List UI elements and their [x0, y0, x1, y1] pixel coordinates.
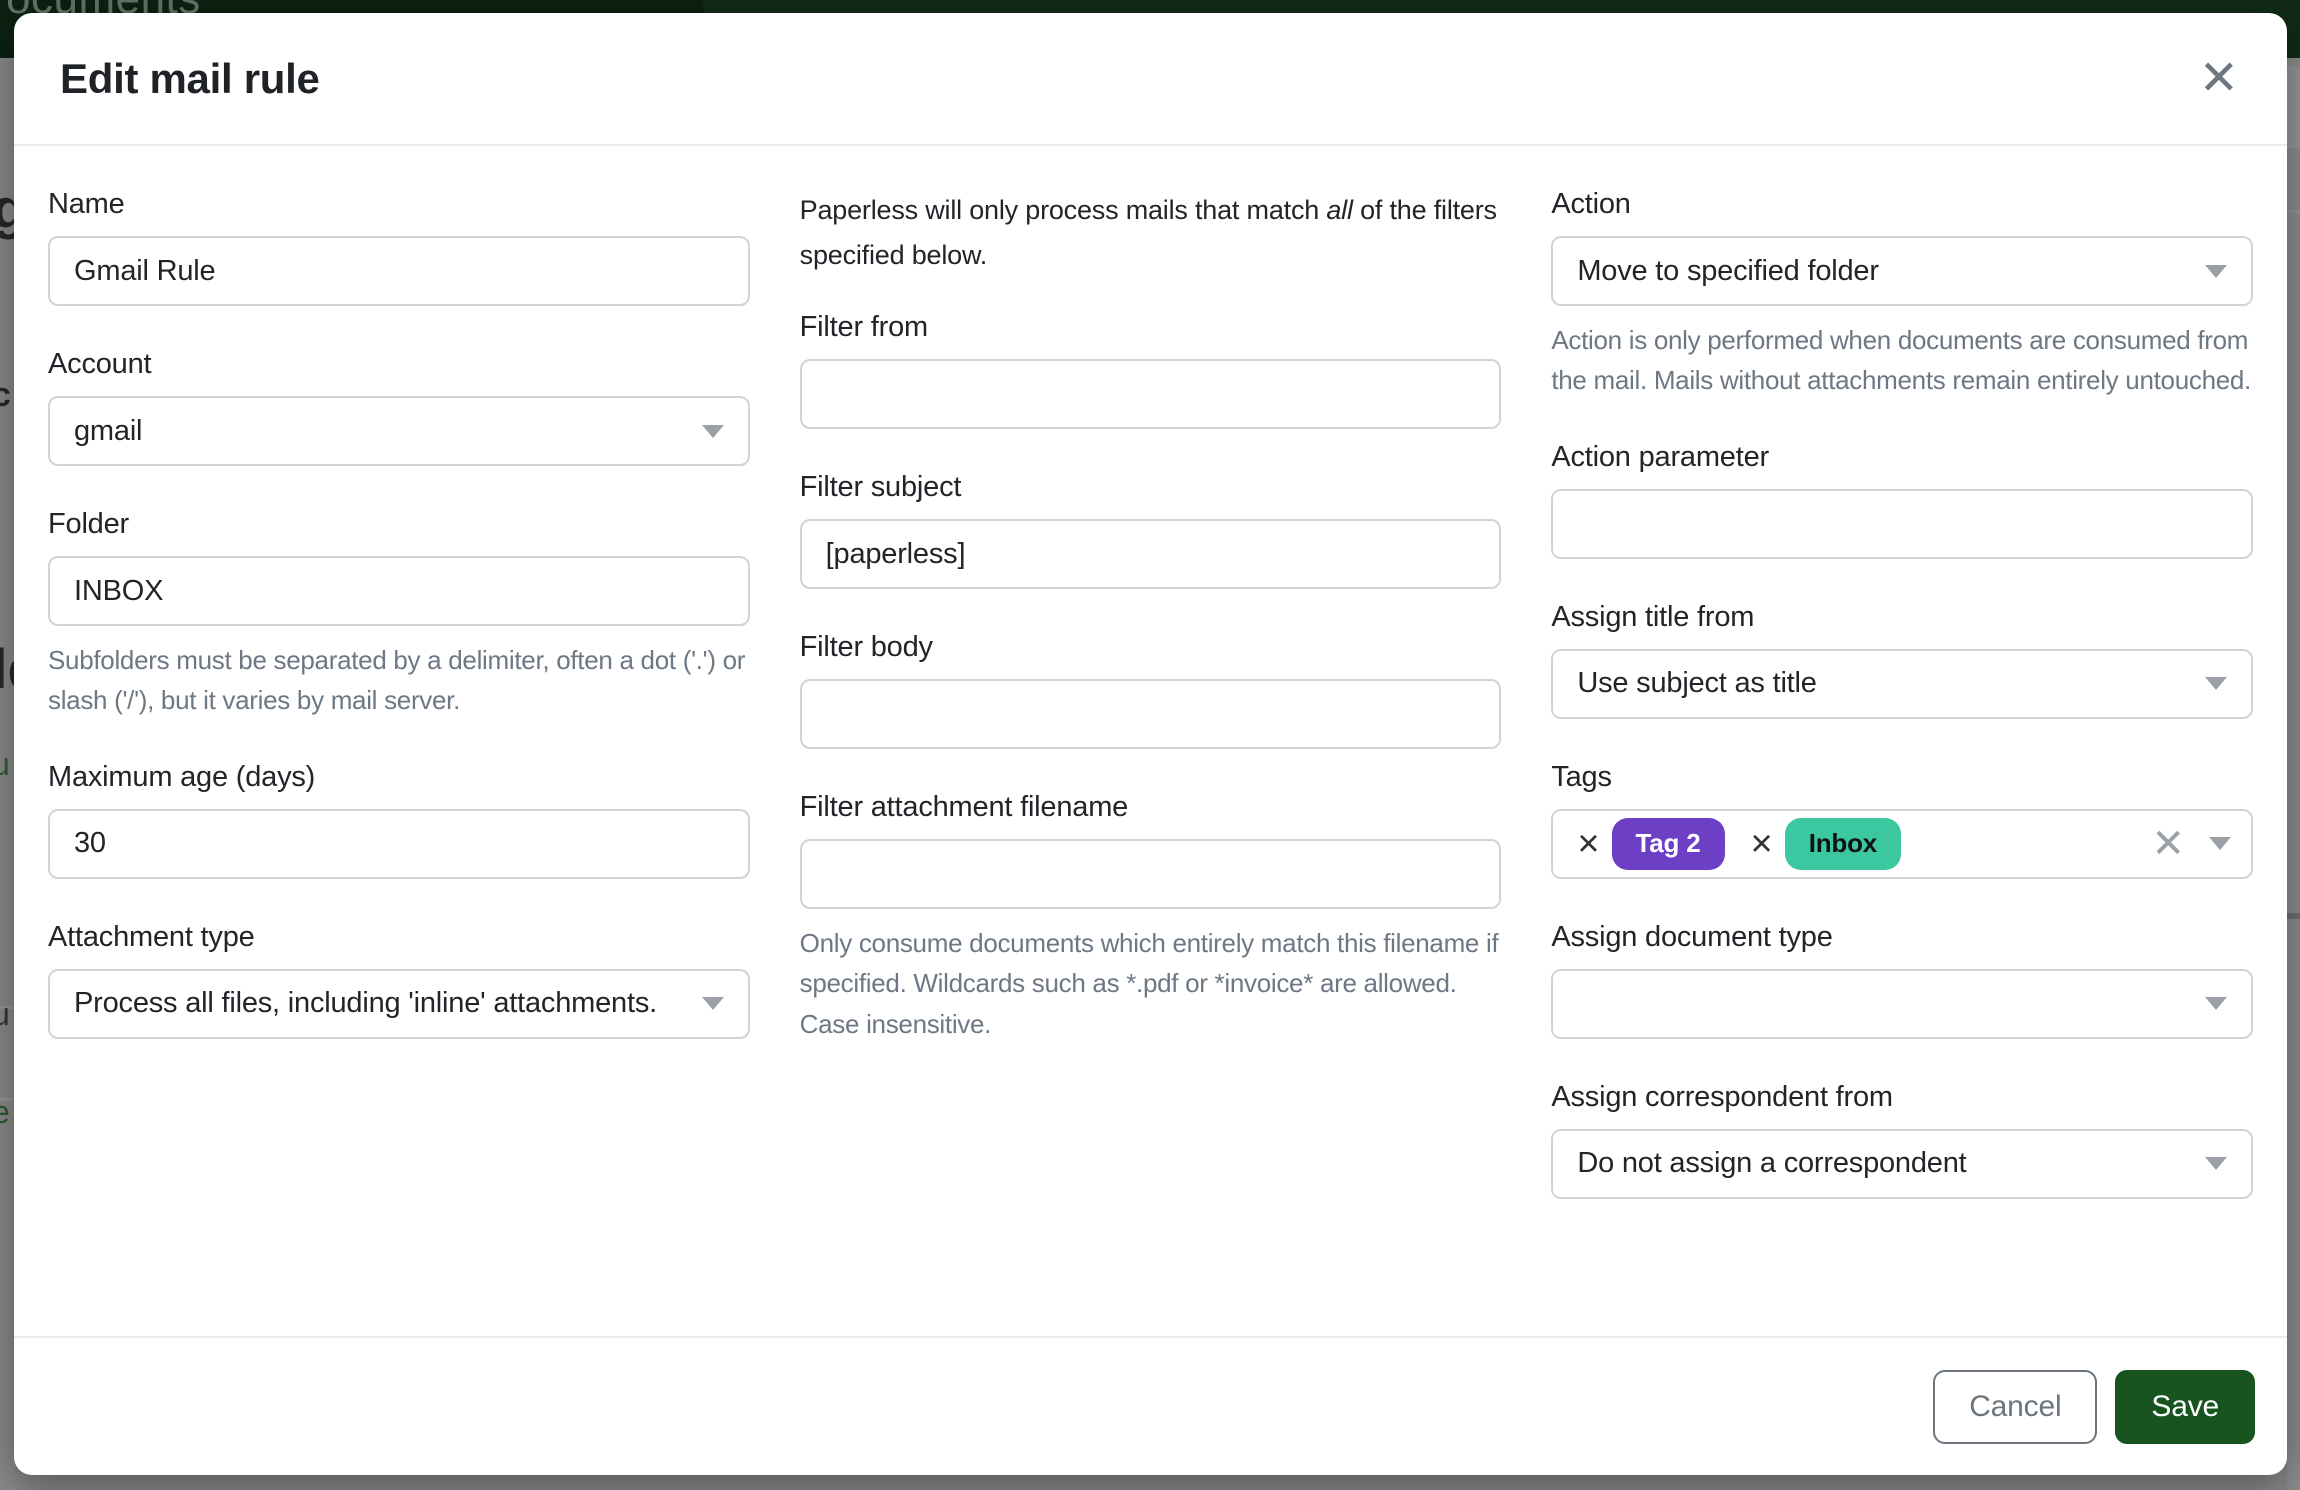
dialog-body: Name Account gmail Folder Subfolders mus…: [14, 146, 2287, 1336]
backdrop-line: [2287, 66, 2300, 148]
backdrop-left-strip: g c ld u u e: [0, 58, 15, 1490]
chevron-down-icon: [2205, 997, 2227, 1010]
correspondent-selected-value: Do not assign a correspondent: [1577, 1147, 2189, 1180]
action-parameter-label: Action parameter: [1551, 441, 2253, 474]
filter-subject-input[interactable]: [800, 519, 1502, 589]
field-document-type: Assign document type: [1551, 921, 2253, 1039]
filters-intro-text: Paperless will only process mails that m…: [800, 188, 1500, 277]
remove-tag-icon[interactable]: ×: [1577, 825, 1599, 863]
tags-select[interactable]: × Tag 2 × Inbox ✕: [1551, 809, 2253, 879]
folder-input[interactable]: [48, 556, 750, 626]
chevron-down-icon: [702, 425, 724, 438]
tag-chip-list: × Tag 2 × Inbox: [1577, 818, 1927, 870]
remove-tag-icon[interactable]: ×: [1751, 825, 1773, 863]
account-selected-value: gmail: [74, 415, 686, 448]
chevron-down-icon: [2205, 677, 2227, 690]
attachment-type-label: Attachment type: [48, 921, 750, 954]
name-label: Name: [48, 188, 750, 221]
field-filter-subject: Filter subject: [800, 471, 1502, 589]
clear-tags-icon[interactable]: ✕: [2151, 824, 2205, 864]
backdrop-text-fragment: g: [0, 176, 15, 241]
dialog-footer: Cancel Save: [14, 1336, 2287, 1475]
action-select[interactable]: Move to specified folder: [1551, 236, 2253, 306]
field-attachment-type: Attachment type Process all files, inclu…: [48, 921, 750, 1039]
cancel-button[interactable]: Cancel: [1933, 1370, 2097, 1444]
field-account: Account gmail: [48, 348, 750, 466]
filter-from-input[interactable]: [800, 359, 1502, 429]
close-icon[interactable]: ✕: [2193, 55, 2245, 103]
correspondent-select[interactable]: Do not assign a correspondent: [1551, 1129, 2253, 1199]
tag-chip-group: × Tag 2: [1577, 818, 1724, 870]
field-filter-attachment: Filter attachment filename: [800, 791, 1502, 909]
backdrop-line: [2287, 913, 2300, 919]
dialog-header: Edit mail rule ✕: [14, 13, 2287, 146]
action-label: Action: [1551, 188, 2253, 221]
edit-mail-rule-dialog: Edit mail rule ✕ Name Account gmail Fold…: [14, 13, 2287, 1475]
chevron-down-icon: [2209, 837, 2231, 850]
action-parameter-input[interactable]: [1551, 489, 2253, 559]
chevron-down-icon: [702, 997, 724, 1010]
field-assign-title: Assign title from Use subject as title: [1551, 601, 2253, 719]
field-filter-from: Filter from: [800, 311, 1502, 429]
filter-body-input[interactable]: [800, 679, 1502, 749]
backdrop-text-fragment: c: [0, 376, 11, 415]
column-right: Action Move to specified folder Action i…: [1551, 188, 2253, 1336]
assign-title-label: Assign title from: [1551, 601, 2253, 634]
field-name: Name: [48, 188, 750, 306]
tag-chip[interactable]: Tag 2: [1612, 818, 1725, 870]
backdrop-line: [2287, 210, 2300, 213]
save-button[interactable]: Save: [2115, 1370, 2255, 1444]
chevron-down-icon: [2205, 265, 2227, 278]
field-tags: Tags × Tag 2 × Inbox ✕: [1551, 761, 2253, 879]
max-age-input[interactable]: [48, 809, 750, 879]
account-select[interactable]: gmail: [48, 396, 750, 466]
filter-from-label: Filter from: [800, 311, 1502, 344]
field-action-parameter: Action parameter: [1551, 441, 2253, 559]
backdrop-right-strip: [2287, 58, 2300, 1490]
filter-attachment-input[interactable]: [800, 839, 1502, 909]
dialog-title: Edit mail rule: [60, 55, 320, 103]
field-action: Action Move to specified folder: [1551, 188, 2253, 306]
field-correspondent: Assign correspondent from Do not assign …: [1551, 1081, 2253, 1199]
chevron-down-icon: [2205, 1157, 2227, 1170]
assign-title-selected-value: Use subject as title: [1577, 667, 2189, 700]
document-type-label: Assign document type: [1551, 921, 2253, 954]
account-label: Account: [48, 348, 750, 381]
column-middle: Paperless will only process mails that m…: [800, 188, 1502, 1336]
column-left: Name Account gmail Folder Subfolders mus…: [48, 188, 750, 1336]
filter-body-label: Filter body: [800, 631, 1502, 664]
action-hint: Action is only performed when documents …: [1551, 320, 2253, 401]
folder-label: Folder: [48, 508, 750, 541]
document-type-select[interactable]: [1551, 969, 2253, 1039]
backdrop-text-fragment: e: [0, 1094, 10, 1131]
backdrop-text-fragment: u: [0, 746, 10, 783]
filter-attachment-hint: Only consume documents which entirely ma…: [800, 923, 1502, 1044]
field-folder: Folder: [48, 508, 750, 626]
field-max-age: Maximum age (days): [48, 761, 750, 879]
correspondent-label: Assign correspondent from: [1551, 1081, 2253, 1114]
field-filter-body: Filter body: [800, 631, 1502, 749]
action-selected-value: Move to specified folder: [1577, 255, 2189, 288]
assign-title-select[interactable]: Use subject as title: [1551, 649, 2253, 719]
attachment-type-selected-value: Process all files, including 'inline' at…: [74, 987, 686, 1020]
name-input[interactable]: [48, 236, 750, 306]
backdrop-text-fragment: ld: [0, 636, 15, 701]
tags-label: Tags: [1551, 761, 2253, 794]
max-age-label: Maximum age (days): [48, 761, 750, 794]
folder-hint: Subfolders must be separated by a delimi…: [48, 640, 750, 721]
tag-chip-group: × Inbox: [1751, 818, 1902, 870]
filter-attachment-label: Filter attachment filename: [800, 791, 1502, 824]
filter-subject-label: Filter subject: [800, 471, 1502, 504]
attachment-type-select[interactable]: Process all files, including 'inline' at…: [48, 969, 750, 1039]
tag-chip[interactable]: Inbox: [1785, 818, 1901, 870]
backdrop-text-fragment: u: [0, 996, 10, 1033]
